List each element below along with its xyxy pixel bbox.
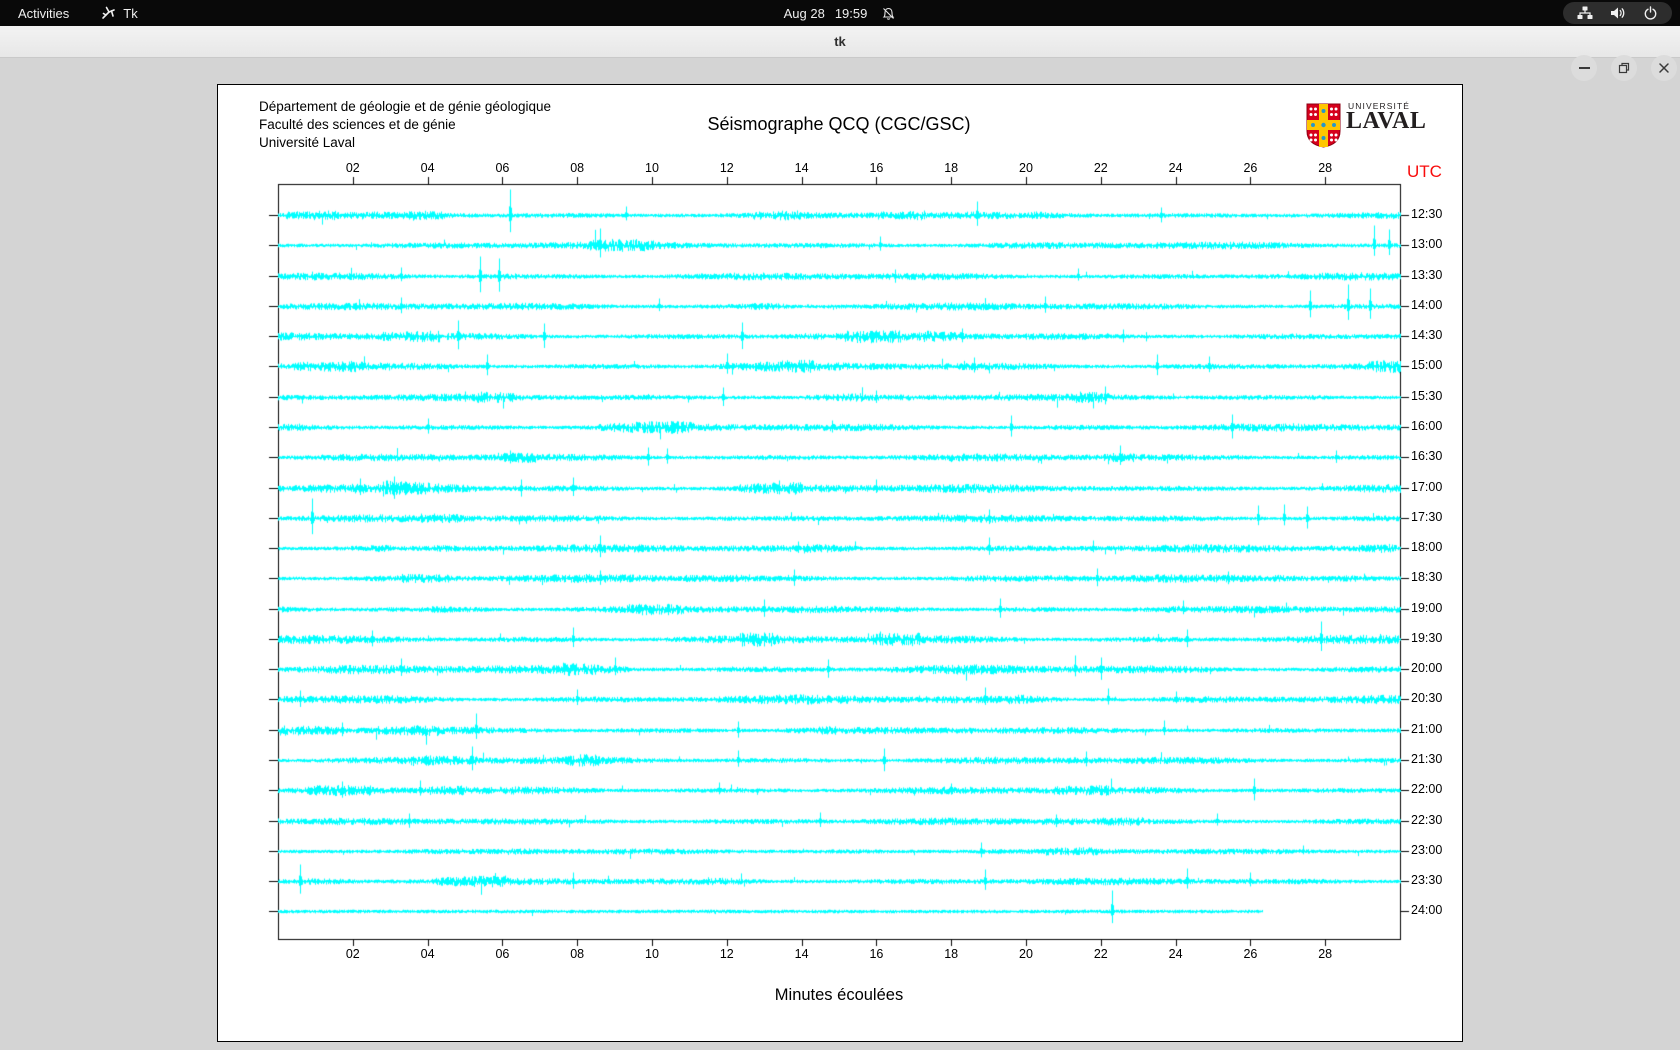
utc-time-label: 19:00 — [1411, 600, 1443, 615]
volume-icon — [1611, 7, 1625, 19]
network-icon — [1577, 6, 1593, 19]
gnome-top-bar: Activities Tk Aug 28 19:59 — [0, 0, 1680, 26]
minimize-button[interactable] — [1571, 55, 1597, 81]
notifications-muted-icon — [883, 7, 895, 20]
x-tick-label: 26 — [1243, 161, 1258, 175]
x-axis-title: Minutes écoulées — [774, 986, 904, 1004]
power-icon — [1644, 5, 1657, 20]
x-tick-label: 04 — [420, 161, 435, 175]
x-tick-label: 12 — [719, 161, 734, 175]
x-tick-label: 08 — [570, 161, 585, 175]
x-tick-label: 12 — [719, 947, 734, 961]
utc-time-label: 13:00 — [1411, 237, 1443, 252]
utc-time-label: 17:00 — [1411, 479, 1443, 494]
institution-line: Université Laval — [259, 135, 356, 150]
utc-time-label: 18:30 — [1411, 570, 1443, 585]
x-tick-label: 08 — [570, 947, 585, 961]
x-tick-label: 10 — [645, 947, 659, 961]
x-tick-label: 02 — [345, 947, 360, 961]
utc-time-label: 20:00 — [1411, 661, 1443, 676]
clock-button[interactable]: Aug 28 19:59 — [0, 0, 1680, 26]
system-tray[interactable] — [1563, 2, 1672, 24]
utc-time-label: 23:30 — [1411, 873, 1443, 888]
x-tick-label: 26 — [1243, 947, 1258, 961]
x-tick-label: 22 — [1093, 161, 1108, 175]
x-tick-label: 18 — [944, 947, 959, 961]
x-tick-label: 16 — [869, 161, 884, 175]
utc-time-label: 14:00 — [1411, 297, 1443, 312]
x-tick-label: 10 — [645, 161, 659, 175]
utc-time-label: 22:00 — [1411, 782, 1443, 797]
x-tick-label: 14 — [794, 947, 809, 961]
x-tick-label: 28 — [1318, 161, 1333, 175]
x-tick-label: 28 — [1318, 947, 1333, 961]
utc-time-label: 12:30 — [1411, 207, 1443, 221]
x-tick-label: 14 — [794, 161, 809, 175]
utc-time-label: 24:00 — [1411, 903, 1443, 918]
utc-time-label: 15:30 — [1411, 388, 1443, 403]
utc-time-label: 18:00 — [1411, 540, 1443, 555]
maximize-button[interactable] — [1611, 55, 1637, 81]
clock-date: Aug 28 — [783, 5, 825, 21]
x-tick-label: 22 — [1093, 947, 1108, 961]
x-tick-label: 06 — [495, 947, 510, 961]
maximize-icon — [1618, 62, 1630, 74]
x-tick-label: 02 — [345, 161, 360, 175]
x-tick-label: 06 — [495, 161, 510, 175]
utc-time-label: 16:00 — [1411, 418, 1443, 433]
close-icon — [1659, 63, 1669, 73]
window-title: tk — [834, 34, 846, 49]
utc-time-label: 14:30 — [1411, 328, 1443, 343]
x-tick-label: 24 — [1168, 161, 1183, 175]
utc-time-label: 19:30 — [1411, 630, 1443, 645]
window-titlebar[interactable]: tk — [0, 26, 1680, 81]
close-button[interactable] — [1651, 55, 1677, 81]
x-tick-label: 20 — [1019, 161, 1033, 175]
utc-time-label: 21:00 — [1411, 721, 1443, 736]
x-tick-label: 24 — [1168, 947, 1183, 961]
utc-time-label: 17:30 — [1411, 509, 1443, 524]
clock-time: 19:59 — [834, 5, 868, 21]
utc-time-label: 16:30 — [1411, 449, 1443, 464]
minimize-icon — [1578, 67, 1590, 69]
desktop: Activities Tk Aug 28 19:59 tk Départemen… — [0, 0, 1680, 1050]
seismogram-canvas — [258, 160, 1420, 965]
utc-time-label: 13:30 — [1411, 267, 1443, 282]
x-tick-label: 20 — [1019, 947, 1033, 961]
utc-time-label: 23:00 — [1411, 842, 1443, 857]
laval-shield-icon — [1306, 103, 1341, 148]
utc-time-label: 21:30 — [1411, 752, 1443, 767]
utc-time-label: 22:30 — [1411, 812, 1443, 827]
x-tick-label: 16 — [869, 947, 884, 961]
utc-time-label: 20:30 — [1411, 691, 1443, 706]
figure-title: Séismographe QCQ (CGC/GSC) — [707, 114, 971, 134]
utc-time-label: 15:00 — [1411, 358, 1443, 373]
logo-laval-text: LAVAL — [1346, 108, 1427, 134]
x-tick-label: 18 — [944, 161, 959, 175]
laval-logo: UNIVERSITÉ LAVAL — [1306, 100, 1456, 150]
x-tick-label: 04 — [420, 947, 435, 961]
